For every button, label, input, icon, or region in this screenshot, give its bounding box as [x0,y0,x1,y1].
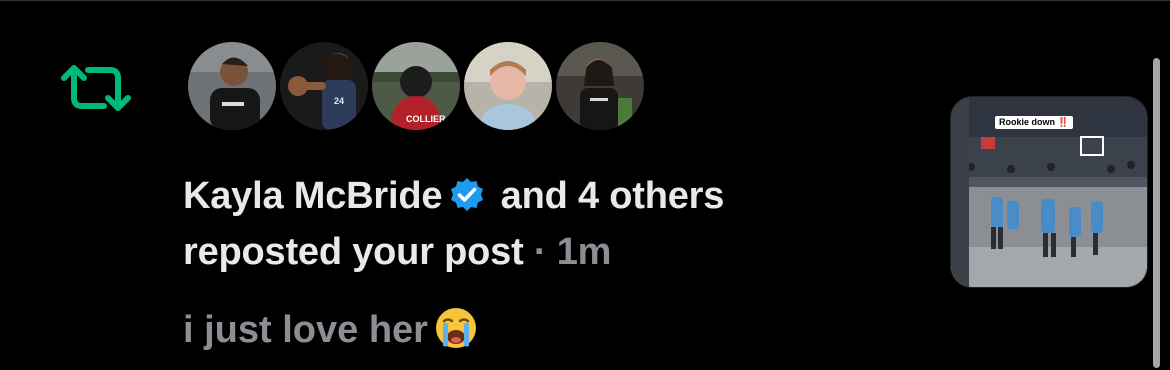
verified-badge-icon [448,174,486,212]
actor-name[interactable]: Kayla McBride [183,175,442,217]
avatar-3[interactable]: COLLIER [372,42,460,130]
avatar-stack: 24 COLLIER [188,42,648,134]
avatar-1[interactable] [188,42,276,130]
action-text: reposted your post [183,231,524,273]
media-caption: Rookie down ‼️ [995,116,1073,129]
others-text: and 4 others [500,175,725,217]
avatar-5[interactable] [556,42,644,130]
notification-headline: Kayla McBride and 4 others reposted your… [183,168,883,280]
post-text-content: i just love her [183,309,428,351]
separator: · [533,231,547,273]
avatar-2[interactable]: 24 [280,42,368,130]
loudly-crying-face-emoji [434,306,478,350]
post-text[interactable]: i just love her [183,302,478,358]
repost-icon [58,60,134,116]
timestamp: 1m [556,231,612,273]
svg-text:24: 24 [334,96,344,106]
top-divider [0,0,1170,1]
svg-text:COLLIER: COLLIER [406,114,446,124]
post-media-thumbnail[interactable]: Rookie down ‼️ [950,96,1148,288]
avatar-4[interactable] [464,42,552,130]
scrollbar[interactable] [1153,58,1160,368]
